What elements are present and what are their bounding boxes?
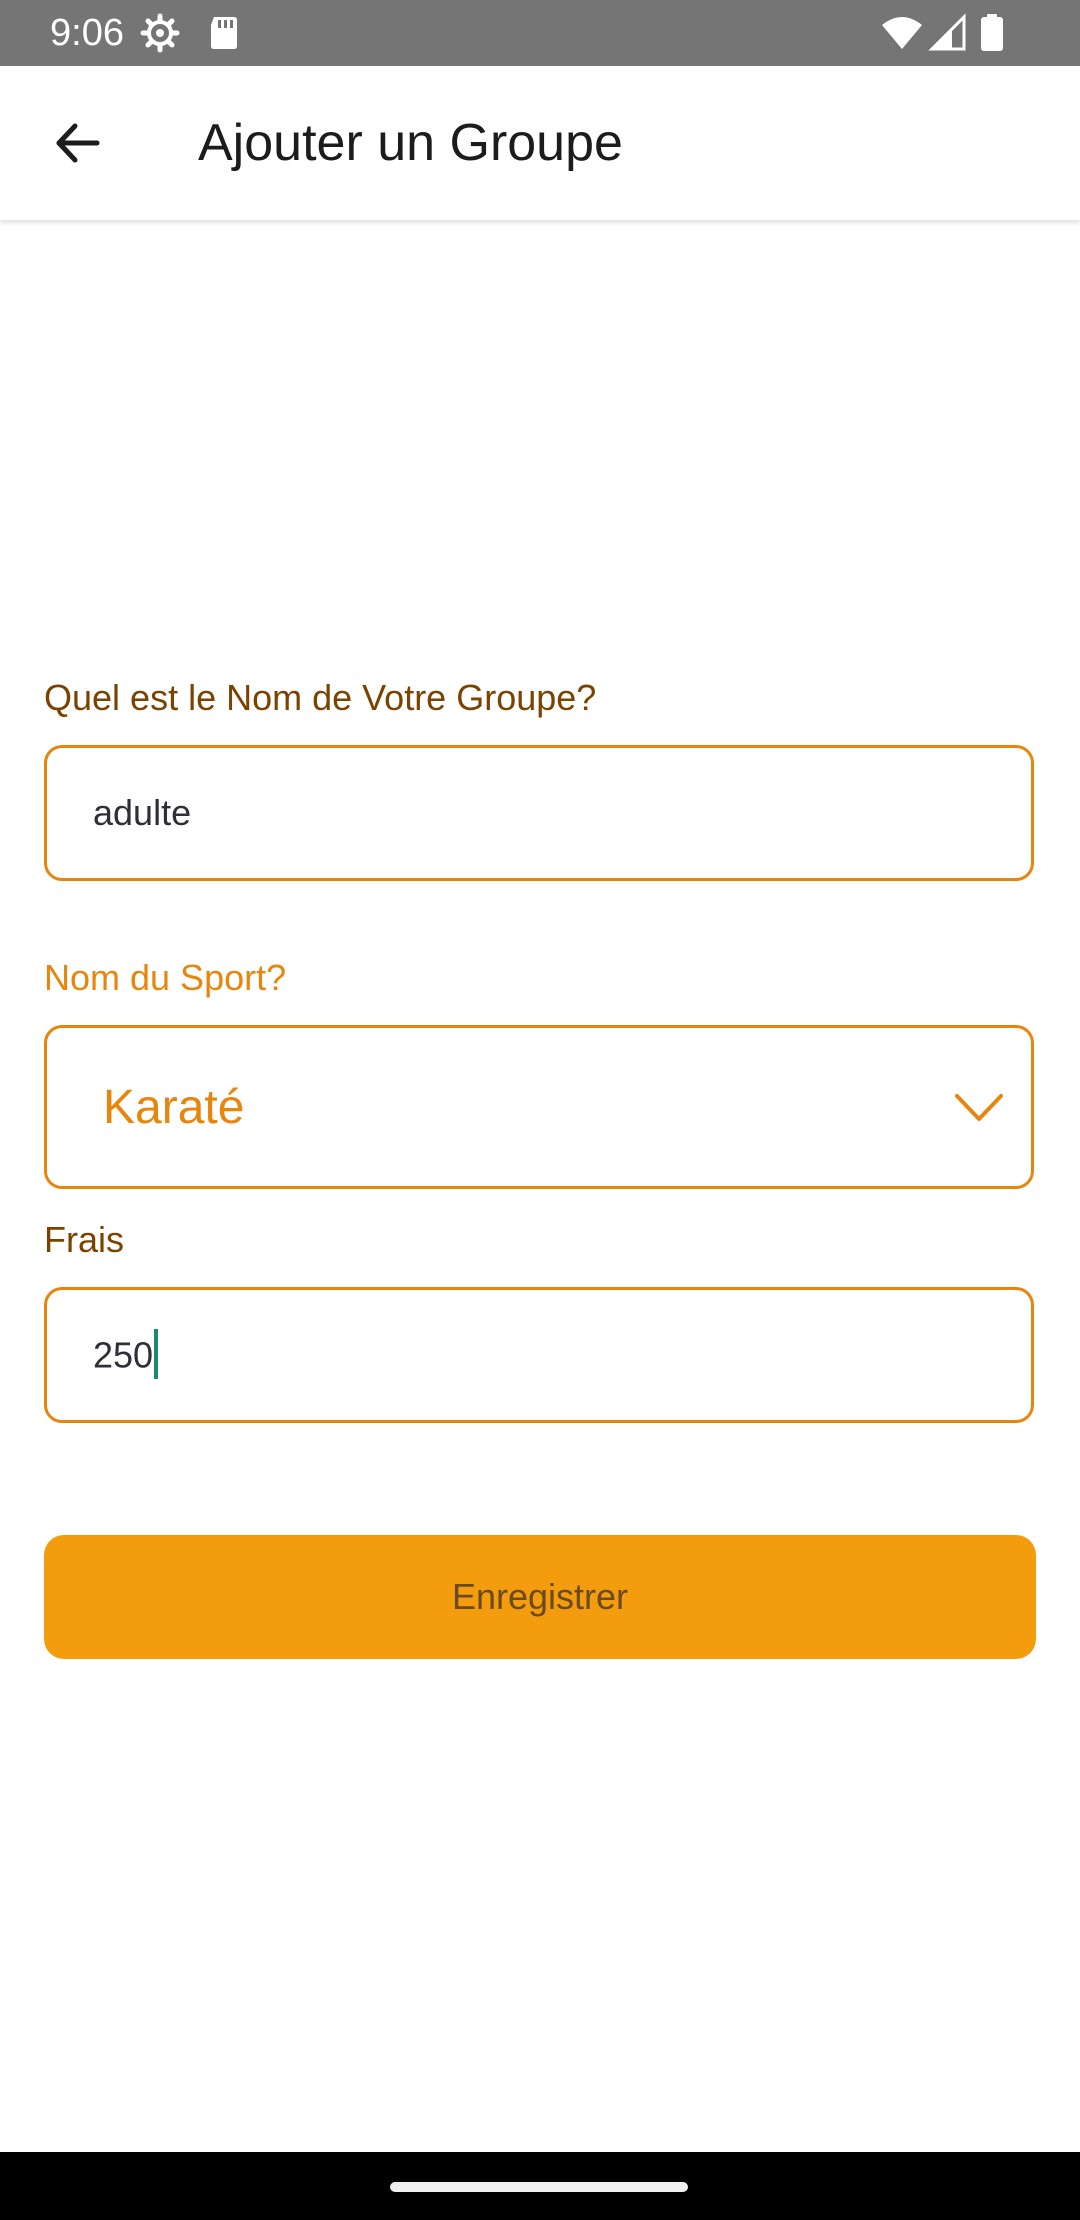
- navigation-bar: [0, 2152, 1080, 2220]
- cell-signal-icon: [928, 13, 966, 51]
- add-group-screen: 9:06 Ajouter un Groupe Quel est le Nom d…: [0, 0, 1080, 2220]
- chevron-down-icon: [955, 1094, 1003, 1121]
- battery-icon: [981, 14, 1003, 51]
- sport-selected-value: Karaté: [103, 1081, 245, 1134]
- settings-gear-icon: [140, 13, 180, 53]
- sd-card-icon: [211, 17, 237, 49]
- arrow-back-icon: [56, 123, 100, 163]
- sport-select[interactable]: Karaté: [44, 1025, 1034, 1189]
- group-name-value: adulte: [93, 792, 192, 833]
- fee-input-text: 250: [93, 1329, 159, 1383]
- status-bar: 9:06: [0, 0, 1080, 66]
- wifi-icon: [882, 17, 922, 49]
- sport-label: Nom du Sport?: [44, 957, 287, 998]
- fee-value: 250: [93, 1334, 154, 1376]
- group-name-label: Quel est le Nom de Votre Groupe?: [44, 677, 597, 718]
- fee-label: Frais: [44, 1219, 124, 1260]
- app-bar: Ajouter un Groupe: [0, 66, 1080, 220]
- back-button[interactable]: [36, 102, 118, 184]
- home-gesture-handle[interactable]: [390, 2182, 688, 2192]
- page-title: Ajouter un Groupe: [198, 114, 623, 172]
- group-name-input[interactable]: adulte: [44, 745, 1034, 881]
- status-time: 9:06: [50, 12, 124, 54]
- text-cursor: [154, 1329, 159, 1379]
- save-button[interactable]: Enregistrer: [44, 1535, 1036, 1659]
- fee-input[interactable]: 250: [44, 1287, 1034, 1423]
